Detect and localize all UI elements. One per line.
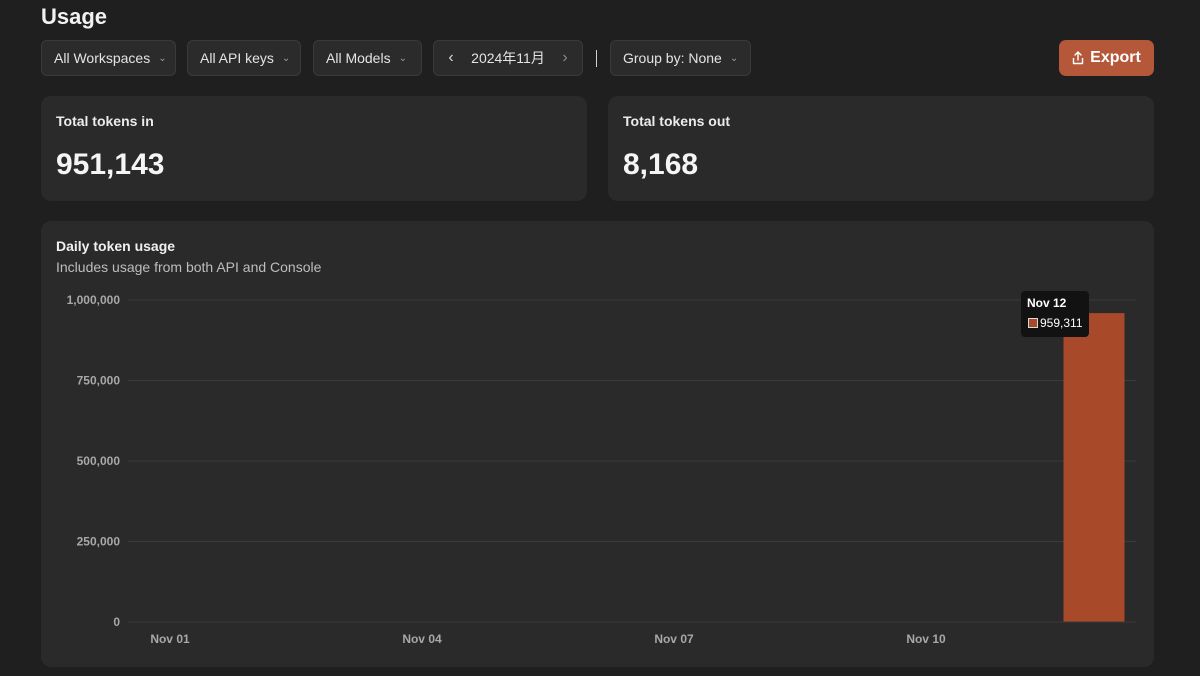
usage-page: Usage All Workspaces ⌄ All API keys ⌄ Al… <box>0 0 1200 676</box>
x-tick-label: Nov 10 <box>906 632 946 646</box>
y-tick-label: 750,000 <box>77 374 121 388</box>
x-tick-label: Nov 01 <box>150 632 190 646</box>
daily-token-usage-chart: 0 250,000 500,000 750,000 1,000,000 Nov 01 Nov… <box>67 293 1136 646</box>
y-tick-label: 0 <box>113 615 120 629</box>
tooltip-swatch <box>1028 318 1038 328</box>
x-tick-label: Nov 07 <box>654 632 694 646</box>
y-tick-label: 500,000 <box>77 454 121 468</box>
bar-tooltip: Nov 12 959,311 <box>1021 291 1089 337</box>
tooltip-date: Nov 12 <box>1027 296 1067 310</box>
y-tick-label: 250,000 <box>77 535 121 549</box>
bar-nov-12 <box>1063 313 1125 622</box>
y-tick-label: 1,000,000 <box>67 293 121 307</box>
x-tick-label: Nov 04 <box>402 632 442 646</box>
tooltip-value: 959,311 <box>1040 316 1083 330</box>
